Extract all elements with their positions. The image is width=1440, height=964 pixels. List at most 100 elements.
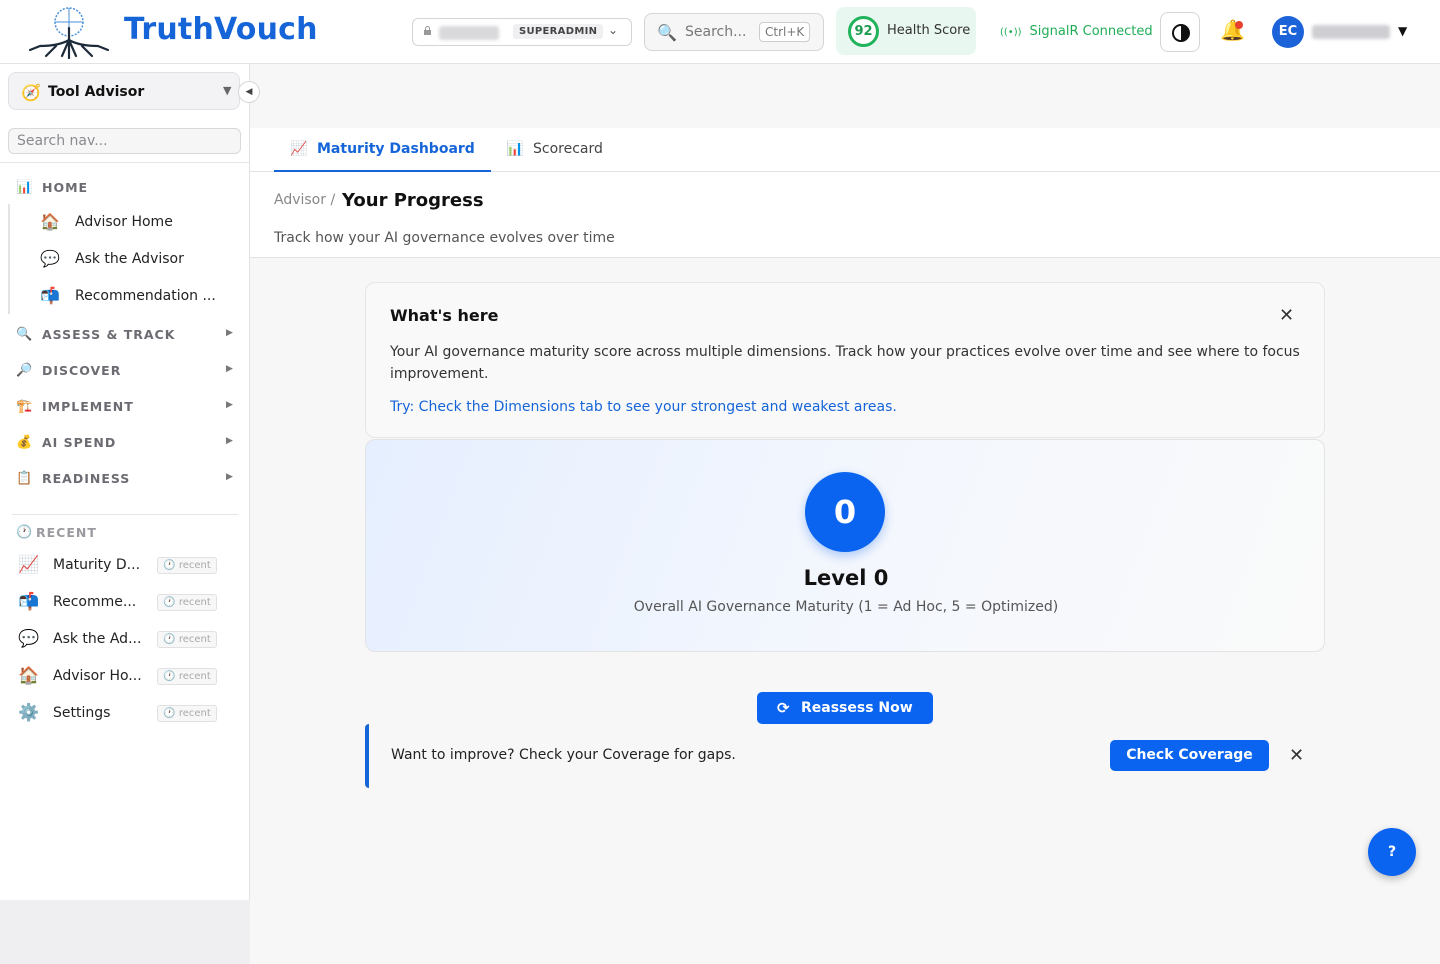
maturity-score-card: 0 Level 0 Overall AI Governance Maturity… — [365, 439, 1325, 652]
health-score-label: Health Score — [887, 23, 971, 38]
recent-heading-label: RECENT — [36, 525, 97, 540]
collapse-sidebar-button[interactable]: ◀ — [238, 81, 260, 103]
coverage-banner: Want to improve? Check your Coverage for… — [365, 724, 1325, 788]
info-panel: What's here ✕ Your AI governance maturit… — [365, 282, 1325, 438]
clock-icon: 🕐 — [16, 525, 33, 540]
nav-section-label: HOME — [42, 180, 89, 195]
tab-label: Maturity Dashboard — [317, 141, 475, 157]
construction-icon: 🏗️ — [16, 399, 33, 414]
recent-item-ask-the-advisor[interactable]: 💬 Ask the Ad... 🕐 recent — [18, 625, 218, 651]
magnifier-right-icon: 🔎 — [16, 363, 33, 378]
recent-item-maturity-dashboard[interactable]: 📈 Maturity D... 🕐 recent — [18, 551, 218, 577]
breadcrumb[interactable]: Advisor / — [274, 192, 335, 208]
clipboard-icon: 📋 — [16, 471, 33, 486]
mailbox-icon: 📬 — [40, 286, 60, 305]
divider — [12, 514, 238, 515]
lock-icon — [424, 26, 431, 35]
money-bag-icon: 💰 — [16, 435, 33, 450]
maturity-caption: Overall AI Governance Maturity (1 = Ad H… — [633, 599, 1059, 615]
chevron-right-icon: ▶ — [226, 400, 233, 410]
recent-item-settings[interactable]: ⚙️ Settings 🕐 recent — [18, 699, 218, 725]
chevron-down-icon: ⌄ — [608, 23, 619, 37]
avatar[interactable]: EC — [1272, 16, 1304, 48]
recent-tag-label: recent — [178, 708, 211, 719]
brand-name[interactable]: TruthVouch — [124, 12, 318, 47]
help-button[interactable]: ? — [1368, 828, 1416, 876]
global-search[interactable]: 🔍 Search... Ctrl+K — [644, 13, 824, 51]
recent-tag-label: recent — [178, 634, 211, 645]
notifications-button[interactable]: 🔔 — [1220, 18, 1245, 42]
info-body: Your AI governance maturity score across… — [390, 344, 1300, 382]
nav-section-label: IMPLEMENT — [42, 399, 134, 414]
mailbox-icon: 📬 — [18, 592, 40, 612]
tab-bar: 📈 Maturity Dashboard 📊 Scorecard — [250, 128, 1440, 172]
chevron-right-icon: ▶ — [226, 436, 233, 446]
tenant-name-redacted — [439, 26, 499, 40]
recent-tag: 🕐 recent — [157, 668, 217, 685]
tab-label: Scorecard — [533, 141, 603, 157]
nav-section-label: AI SPEND — [42, 435, 117, 450]
sidebar-footer — [0, 900, 250, 964]
search-shortcut: Ctrl+K — [759, 22, 811, 42]
close-icon[interactable]: ✕ — [1289, 745, 1304, 766]
reassess-button[interactable]: ⟳ Reassess Now — [757, 692, 933, 724]
recent-item-label: Settings — [53, 705, 111, 721]
recent-item-label: Advisor Ho... — [53, 668, 142, 684]
nav-search-input[interactable]: Search nav... — [8, 128, 241, 154]
tool-selector-label: Tool Advisor — [48, 84, 145, 100]
tree-logo-icon — [28, 7, 110, 60]
info-tip-link[interactable]: Try: Check the Dimensions tab to see you… — [390, 399, 897, 415]
nav-rail — [8, 204, 10, 314]
nav-section-label: READINESS — [42, 471, 131, 486]
page-title: Your Progress — [342, 190, 484, 211]
recent-tag: 🕐 recent — [157, 705, 217, 722]
recent-tag: 🕐 recent — [157, 594, 217, 611]
maturity-level: Level 0 — [803, 566, 889, 590]
trend-chart-icon: 📈 — [18, 555, 40, 575]
tab-maturity-dashboard[interactable]: 📈 Maturity Dashboard — [274, 128, 491, 172]
bar-chart-icon: 📊 — [506, 141, 524, 157]
recent-tag: 🕐 recent — [157, 557, 217, 574]
speech-bubble-icon: 💬 — [18, 629, 40, 649]
check-coverage-button[interactable]: Check Coverage — [1110, 740, 1269, 771]
recent-item-advisor-home[interactable]: 🏠 Advisor Ho... 🕐 recent — [18, 662, 218, 688]
chevron-right-icon: ▶ — [226, 328, 233, 338]
bar-chart-icon: 📊 — [16, 180, 33, 195]
recent-item-recommendations[interactable]: 📬 Recomme... 🕐 recent — [18, 588, 218, 614]
recent-tag-label: recent — [178, 560, 211, 571]
user-menu-chevron-icon[interactable]: ▼ — [1398, 24, 1407, 38]
reassess-button-label: Reassess Now — [801, 700, 913, 716]
connection-status-label: SignalR Connected — [1029, 24, 1153, 39]
search-placeholder: Search... — [685, 24, 747, 40]
info-heading: What's here — [390, 306, 499, 325]
chevron-down-icon: ▼ — [223, 84, 232, 97]
chevron-right-icon: ▶ — [226, 364, 233, 374]
signal-icon: ((•)) — [1000, 27, 1022, 38]
recent-tag-label: recent — [178, 597, 211, 608]
tenant-selector[interactable]: SUPERADMIN ⌄ — [412, 18, 632, 46]
gear-icon: ⚙️ — [18, 703, 40, 723]
page-subtitle: Track how your AI governance evolves ove… — [274, 230, 615, 246]
compass-icon: 🧭 — [21, 83, 41, 102]
nav-item-label: Recommendation ... — [75, 288, 216, 304]
nav-search-placeholder: Search nav... — [17, 133, 108, 149]
tool-selector[interactable]: 🧭 Tool Advisor ▼ — [8, 72, 240, 110]
trend-chart-icon: 📈 — [290, 141, 308, 157]
chevron-right-icon: ▶ — [226, 472, 233, 482]
sidebar: 🧭 Tool Advisor ▼ ◀ Search nav... 📊 HOME … — [0, 64, 260, 900]
recent-item-label: Ask the Ad... — [53, 631, 142, 647]
nav-item-label: Ask the Advisor — [75, 251, 184, 267]
recent-item-label: Recomme... — [53, 594, 137, 610]
user-name-redacted[interactable] — [1312, 25, 1390, 39]
search-icon: 🔍 — [657, 23, 677, 42]
refresh-icon: ⟳ — [777, 699, 790, 717]
role-badge: SUPERADMIN — [513, 24, 604, 39]
tab-scorecard[interactable]: 📊 Scorecard — [506, 128, 626, 172]
nav-item-label: Advisor Home — [75, 214, 173, 230]
close-icon[interactable]: ✕ — [1279, 305, 1294, 326]
theme-toggle-button[interactable] — [1160, 12, 1200, 52]
house-icon: 🏠 — [40, 212, 60, 231]
nav-section-label: ASSESS & TRACK — [42, 327, 176, 342]
health-score-widget[interactable]: 92 Health Score — [836, 7, 976, 55]
nav-section-label: DISCOVER — [42, 363, 122, 378]
